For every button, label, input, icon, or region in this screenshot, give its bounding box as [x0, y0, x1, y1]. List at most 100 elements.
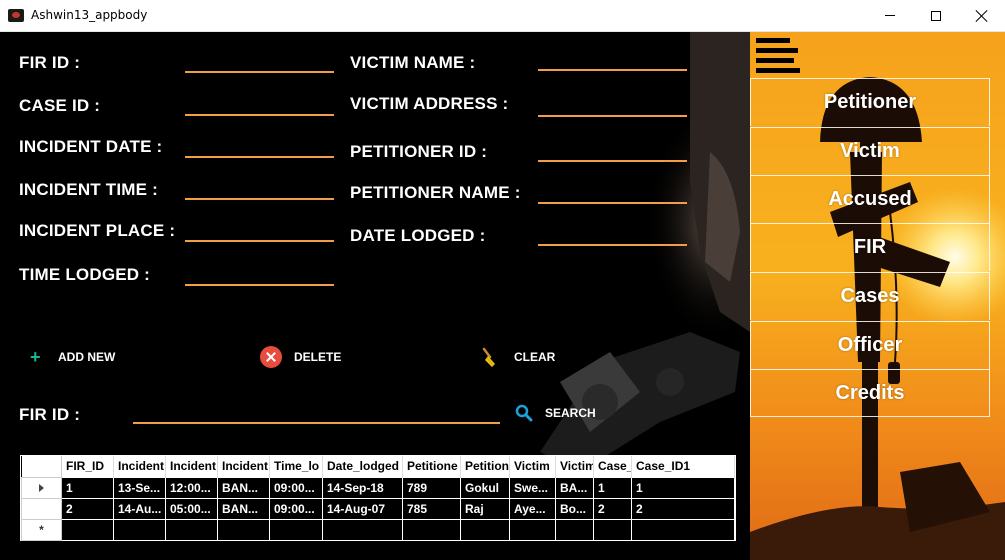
search-fir-id-field[interactable] [133, 422, 500, 424]
column-header[interactable]: Date_lodged [322, 456, 403, 477]
grid-cell[interactable]: Aye... [509, 497, 556, 520]
grid-cell[interactable] [217, 518, 270, 541]
grid-corner [21, 456, 62, 477]
grid-cell[interactable] [631, 518, 735, 541]
grid-header-row: FIR_ID Incident Incident Incident Time_l… [21, 456, 735, 477]
incident-place-label: INCIDENT PLACE : [19, 221, 176, 240]
grid-cell[interactable] [61, 518, 114, 541]
minimize-button[interactable] [867, 0, 913, 31]
clear-button[interactable]: CLEAR [480, 346, 555, 368]
delete-label: DELETE [294, 350, 342, 364]
column-header[interactable]: Case_ID1 [631, 456, 735, 477]
grid-cell[interactable] [555, 518, 594, 541]
column-header[interactable]: Incident [113, 456, 166, 477]
grid-cell[interactable]: 789 [402, 476, 461, 499]
grid-cell[interactable]: 14-Au... [113, 497, 166, 520]
grid-cell[interactable]: Swe... [509, 476, 556, 499]
navigation-panel: Petitioner Victim Accused FIR Cases Offi… [750, 32, 1005, 560]
fir-id-field[interactable] [185, 71, 334, 73]
grid-cell[interactable]: 785 [402, 497, 461, 520]
grid-cell[interactable]: 09:00... [269, 497, 323, 520]
nav-accused[interactable]: Accused [750, 175, 990, 223]
delete-button[interactable]: DELETE [260, 346, 341, 368]
petitioner-id-field[interactable] [538, 160, 687, 162]
incident-date-label: INCIDENT DATE : [19, 137, 163, 156]
victim-address-field[interactable] [538, 115, 687, 117]
nav-victim[interactable]: Victim [750, 127, 990, 175]
maximize-button[interactable] [913, 0, 959, 31]
case-id-label: CASE ID : [19, 96, 101, 115]
column-header[interactable]: Petitione [402, 456, 461, 477]
close-button[interactable] [959, 0, 1005, 31]
grid-cell[interactable]: 12:00... [165, 476, 218, 499]
row-selector[interactable] [21, 476, 62, 499]
table-row[interactable]: 2 14-Au... 05:00... BAN... 09:00... 14-A… [21, 497, 735, 520]
grid-cell[interactable]: 1 [631, 476, 735, 499]
petitioner-name-label: PETITIONER NAME : [350, 183, 521, 202]
table-row[interactable]: 1 13-Se... 12:00... BAN... 09:00... 14-S… [21, 476, 735, 499]
grid-cell[interactable] [322, 518, 403, 541]
grid-cell[interactable]: BAN... [217, 497, 270, 520]
grid-cell[interactable] [165, 518, 218, 541]
petitioner-name-field[interactable] [538, 202, 687, 204]
grid-cell[interactable]: 13-Se... [113, 476, 166, 499]
time-lodged-field[interactable] [185, 284, 334, 286]
nav-cases[interactable]: Cases [750, 272, 990, 320]
broom-icon [482, 347, 495, 367]
grid-cell[interactable]: 2 [61, 497, 114, 520]
maximize-icon [931, 10, 941, 21]
column-header[interactable]: Victim [509, 456, 556, 477]
incident-time-field[interactable] [185, 198, 334, 200]
grid-cell[interactable] [509, 518, 556, 541]
fir-data-grid[interactable]: FIR_ID Incident Incident Incident Time_l… [20, 455, 736, 541]
column-header[interactable]: Incident [217, 456, 270, 477]
grid-cell[interactable]: 14-Sep-18 [322, 476, 403, 499]
grid-cell[interactable]: Raj [460, 497, 510, 520]
clear-label: CLEAR [514, 350, 556, 364]
grid-cell[interactable]: 14-Aug-07 [322, 497, 403, 520]
incident-place-field[interactable] [185, 240, 334, 242]
row-selector[interactable] [21, 497, 62, 520]
delete-icon [260, 346, 282, 368]
column-header[interactable]: Petition [460, 456, 510, 477]
grid-cell[interactable]: BA... [555, 476, 594, 499]
grid-cell[interactable]: 1 [61, 476, 114, 499]
victim-name-field[interactable] [538, 69, 687, 71]
new-row-selector[interactable]: * [21, 518, 62, 541]
title-bar: Ashwin13_appbody [0, 0, 1005, 32]
date-lodged-field[interactable] [538, 244, 687, 246]
nav-credits[interactable]: Credits [750, 369, 990, 417]
incident-date-field[interactable] [185, 156, 334, 158]
time-lodged-label: TIME LODGED : [19, 265, 151, 284]
grid-cell[interactable]: 1 [593, 476, 632, 499]
grid-cell[interactable] [460, 518, 510, 541]
column-header[interactable]: Incident [165, 456, 218, 477]
grid-cell[interactable]: BAN... [217, 476, 270, 499]
grid-cell[interactable] [593, 518, 632, 541]
column-header[interactable]: Victim [555, 456, 594, 477]
column-header[interactable]: Time_lo [269, 456, 323, 477]
hamburger-menu-icon[interactable] [756, 38, 800, 74]
nav-petitioner[interactable]: Petitioner [750, 78, 990, 126]
grid-cell[interactable] [269, 518, 323, 541]
plus-icon: + [30, 347, 41, 367]
grid-cell[interactable]: 05:00... [165, 497, 218, 520]
add-new-button[interactable]: + ADD NEW [30, 347, 115, 367]
nav-fir[interactable]: FIR [750, 223, 990, 271]
grid-cell[interactable]: Bo... [555, 497, 594, 520]
search-button[interactable]: SEARCH [515, 404, 596, 422]
record-form: FIR ID : CASE ID : INCIDENT DATE : INCID… [0, 32, 750, 560]
grid-cell[interactable]: 2 [631, 497, 735, 520]
grid-cell[interactable]: 09:00... [269, 476, 323, 499]
column-header[interactable]: Case_ [593, 456, 632, 477]
grid-cell[interactable]: Gokul [460, 476, 510, 499]
case-id-field[interactable] [185, 114, 334, 116]
column-header[interactable]: FIR_ID [61, 456, 114, 477]
nav-officer[interactable]: Officer [750, 321, 990, 369]
grid-cell[interactable]: 2 [593, 497, 632, 520]
fir-id-label: FIR ID : [19, 53, 81, 72]
current-row-icon [39, 483, 44, 492]
grid-cell[interactable] [402, 518, 461, 541]
new-row[interactable]: * [21, 518, 735, 541]
grid-cell[interactable] [113, 518, 166, 541]
